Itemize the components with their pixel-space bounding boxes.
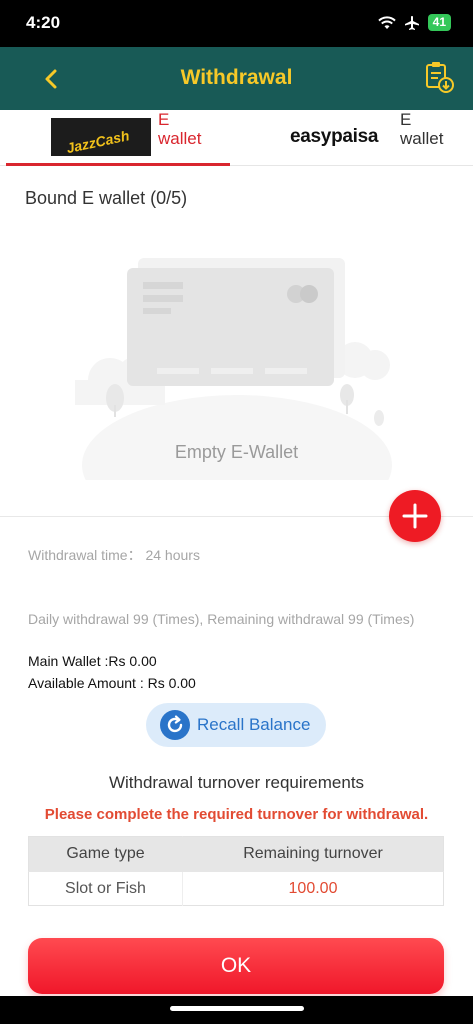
- home-indicator[interactable]: [170, 1006, 304, 1011]
- status-bar: 4:20 41: [0, 0, 473, 47]
- empty-wallet-label: Empty E-Wallet: [174, 442, 299, 462]
- home-bar: [0, 996, 473, 1024]
- turnover-title: Withdrawal turnover requirements: [108, 773, 365, 792]
- status-time: 4:20: [26, 13, 61, 32]
- page-title: Withdrawal: [180, 66, 293, 89]
- game-type-cell: Slot or Fish: [28, 871, 183, 906]
- battery-indicator: 41: [427, 14, 451, 31]
- tab-label: E wallet: [400, 110, 444, 148]
- add-wallet-button[interactable]: [389, 490, 441, 542]
- turnover-note: Please complete the required turnover fo…: [44, 806, 429, 823]
- bound-wallet-title: Bound E wallet (0/5): [25, 188, 188, 208]
- status-icons: 41: [377, 14, 451, 31]
- table-row: Slot or Fish 100.00: [28, 871, 444, 906]
- tab-easypaisa[interactable]: easypaisa E wallet: [236, 110, 466, 166]
- recall-balance-label: Recall Balance: [197, 715, 311, 734]
- withdraw-records-button[interactable]: [423, 60, 455, 94]
- wifi-icon: [377, 15, 396, 29]
- wallet-type-tabs: JazzCash E wallet easypaisa E wallet: [0, 110, 473, 166]
- remaining-turnover-cell: 100.00: [182, 871, 444, 906]
- ok-button[interactable]: OK: [28, 938, 444, 994]
- app-header: Withdrawal: [0, 47, 473, 110]
- airplane-icon: [404, 15, 419, 30]
- withdrawal-time: Withdrawal time： 24 hours: [28, 547, 200, 563]
- main-wallet-balance: Main Wallet :Rs 0.00: [28, 653, 157, 669]
- tab-jazzcash[interactable]: JazzCash E wallet: [6, 110, 230, 166]
- column-header-game-type: Game type: [28, 836, 183, 872]
- plus-icon: [402, 503, 428, 529]
- svg-text:JazzCash: JazzCash: [65, 127, 131, 156]
- easypaisa-logo: easypaisa: [290, 126, 379, 147]
- column-header-remaining: Remaining turnover: [182, 836, 444, 872]
- clipboard-download-icon: [426, 62, 454, 93]
- available-amount: Available Amount : Rs 0.00: [28, 675, 196, 691]
- refresh-icon: [160, 710, 190, 740]
- table-header-row: Game type Remaining turnover: [28, 836, 444, 872]
- turnover-table: Game type Remaining turnover Slot or Fis…: [28, 836, 444, 906]
- daily-withdrawal-info: Daily withdrawal 99 (Times), Remaining w…: [28, 611, 415, 627]
- recall-balance-button[interactable]: Recall Balance: [146, 703, 326, 747]
- jazzcash-logo: JazzCash: [51, 118, 151, 156]
- tab-label: E wallet: [158, 110, 202, 148]
